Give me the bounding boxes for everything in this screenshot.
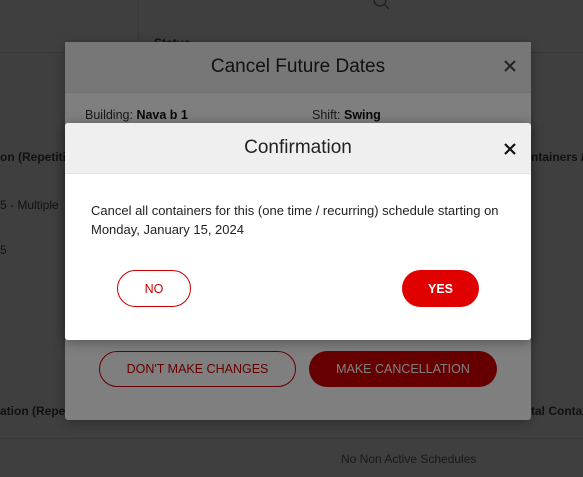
close-icon[interactable]: [503, 142, 517, 156]
modal-header: Confirmation: [65, 123, 531, 174]
yes-button[interactable]: YES: [402, 270, 479, 307]
no-button[interactable]: NO: [117, 270, 191, 307]
confirmation-message: Cancel all containers for this (one time…: [91, 203, 499, 237]
confirmation-modal: Confirmation Cancel all containers for t…: [65, 123, 531, 340]
modal-title: Confirmation: [244, 137, 352, 158]
